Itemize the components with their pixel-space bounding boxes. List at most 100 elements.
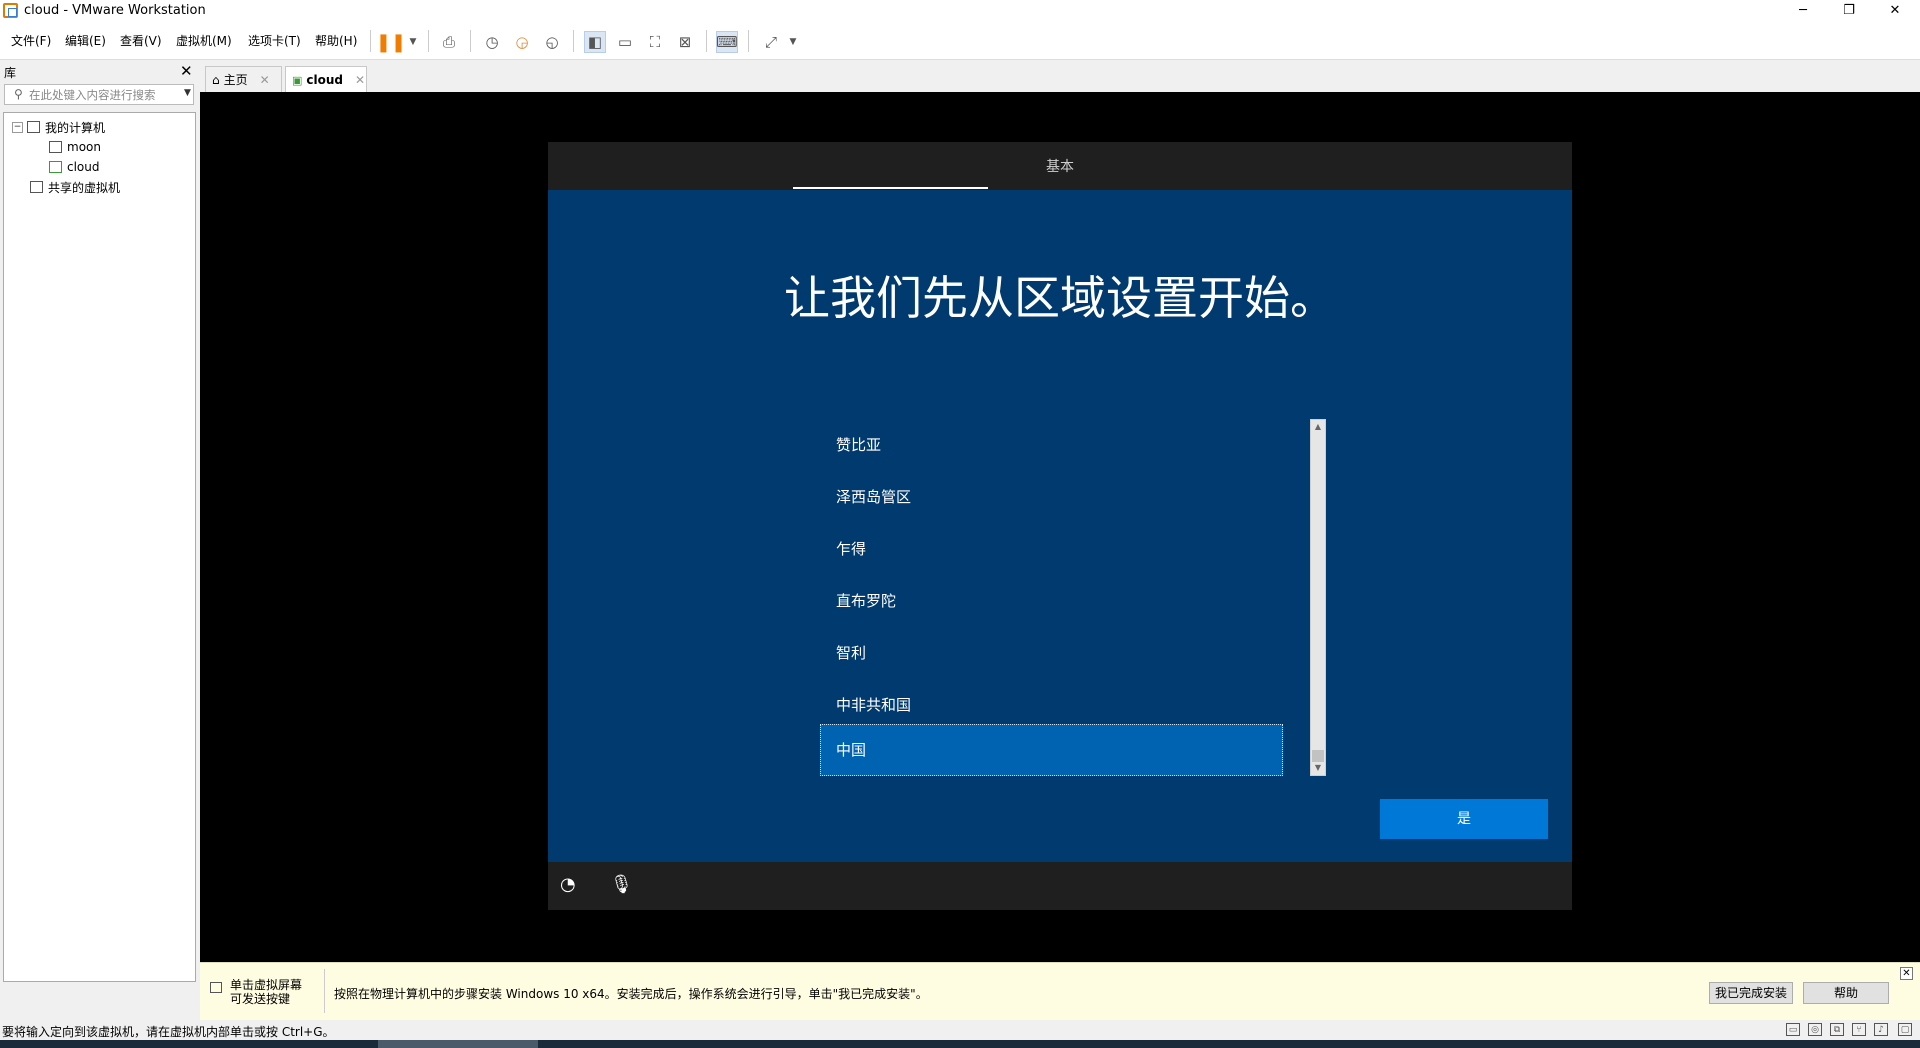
cd-dvd-icon[interactable]: ◎: [1808, 1023, 1822, 1036]
chevron-down-icon[interactable]: ▼: [184, 88, 191, 98]
toolbar-separator: [428, 30, 429, 52]
network-adapter-icon[interactable]: ⧉: [1830, 1023, 1844, 1036]
vm-running-icon: ▣: [292, 73, 303, 87]
tree-label: cloud: [67, 160, 100, 174]
microphone-icon[interactable]: 🎙: [610, 874, 633, 895]
sound-icon[interactable]: ♪: [1874, 1023, 1888, 1036]
taskbar-active-app[interactable]: [378, 1040, 538, 1048]
toolbar-separator: [748, 30, 749, 52]
library-tree: − 我的计算机 moon cloud 共享的虚拟机: [3, 112, 196, 982]
click-hint-line1: 单击虚拟屏幕: [230, 978, 303, 992]
snapshot-icon[interactable]: ◷: [481, 31, 503, 53]
tab-label: cloud: [306, 73, 344, 87]
close-button[interactable]: ✕: [1872, 0, 1918, 22]
region-list-scrollbar[interactable]: ▲ ▼: [1310, 419, 1326, 776]
full-screen-icon[interactable]: ⛶: [644, 31, 666, 53]
install-info-bar: 单击虚拟屏幕 可发送按键 按照在物理计算机中的步骤安装 Windows 10 x…: [200, 962, 1920, 1020]
tab-cloud[interactable]: ▣ cloud ✕: [285, 66, 367, 93]
vmware-app-icon: [3, 3, 18, 18]
library-header: 库 ✕: [0, 61, 198, 81]
tree-label: 共享的虚拟机: [48, 180, 121, 195]
collapse-icon[interactable]: −: [12, 121, 23, 133]
list-item[interactable]: 赞比亚: [820, 419, 1283, 471]
tab-home[interactable]: ⌂ 主页 ✕: [205, 66, 282, 92]
close-icon[interactable]: ✕: [355, 73, 365, 87]
library-search-input[interactable]: [27, 86, 177, 103]
chevron-down-icon[interactable]: ▼: [402, 31, 424, 53]
toolbar-separator: [470, 30, 471, 52]
message-log-icon[interactable]: ▢: [1898, 1023, 1912, 1036]
tree-item-shared[interactable]: 共享的虚拟机: [30, 178, 120, 196]
click-hint: 单击虚拟屏幕 可发送按键: [230, 978, 302, 1006]
search-icon: ⚲: [14, 87, 23, 101]
list-item-selected[interactable]: 中国: [820, 724, 1283, 776]
tree-item-my-computer[interactable]: − 我的计算机: [12, 118, 105, 136]
vm-icon: [49, 141, 62, 153]
keyboard-icon: [210, 982, 222, 993]
shared-vm-icon: [30, 181, 43, 193]
window-title: cloud - VMware Workstation: [24, 3, 206, 18]
list-item[interactable]: 直布罗陀: [820, 575, 1283, 627]
region-list[interactable]: 赞比亚 泽西岛管区 乍得 直布罗陀 智利 中非共和国 中国: [820, 419, 1312, 776]
menu-help[interactable]: 帮助(H): [315, 32, 357, 49]
library-search[interactable]: ⚲ ▼: [4, 84, 194, 105]
setup-heading: 让我们先从区域设置开始。: [784, 271, 1336, 325]
tree-label: moon: [67, 140, 101, 154]
list-item[interactable]: 泽西岛管区: [820, 471, 1283, 523]
close-icon[interactable]: ✕: [1900, 967, 1913, 980]
menu-edit[interactable]: 编辑(E): [65, 32, 106, 49]
vm-running-icon: [49, 161, 62, 173]
home-icon: ⌂: [212, 72, 220, 87]
taskbar: [0, 1040, 1920, 1048]
close-icon[interactable]: ✕: [260, 73, 270, 87]
setup-step-label: 基本: [1046, 159, 1074, 175]
done-install-button[interactable]: 我已完成安装: [1709, 982, 1793, 1004]
computer-icon: [27, 121, 40, 133]
help-button[interactable]: 帮助: [1803, 982, 1889, 1004]
divider: [324, 969, 325, 1013]
snapshot-manager-icon[interactable]: ◵: [541, 31, 563, 53]
status-bar: 要将输入定向到该虚拟机，请在虚拟机内部单击或按 Ctrl+G。 ▭ ◎ ⧉ ⑂ …: [0, 1020, 1920, 1040]
list-item[interactable]: 乍得: [820, 523, 1283, 575]
console-view-icon[interactable]: ⌨: [716, 31, 738, 53]
revert-snapshot-icon[interactable]: ◶: [511, 31, 533, 53]
suspend-icon[interactable]: ❚❚: [376, 31, 406, 53]
library-close-icon[interactable]: ✕: [180, 62, 193, 80]
yes-button[interactable]: 是: [1380, 799, 1548, 839]
scroll-up-icon[interactable]: ▲: [1311, 420, 1325, 434]
windows-setup-screen: 基本 让我们先从区域设置开始。 赞比亚 泽西岛管区 乍得 直布罗陀 智利 中非共…: [548, 142, 1572, 910]
vm-display[interactable]: 基本 让我们先从区域设置开始。 赞比亚 泽西岛管区 乍得 直布罗陀 智利 中非共…: [200, 92, 1920, 962]
usb-icon[interactable]: ⑂: [1852, 1023, 1866, 1036]
step-indicator: [793, 187, 988, 189]
hard-disk-icon[interactable]: ▭: [1786, 1023, 1800, 1036]
menu-tabs[interactable]: 选项卡(T): [248, 32, 301, 49]
accessibility-icon[interactable]: ◔: [560, 874, 576, 895]
send-ctrl-alt-del-icon[interactable]: ⎙: [438, 31, 460, 53]
tab-strip: ⌂ 主页 ✕ ▣ cloud ✕: [200, 61, 1920, 93]
toolbar-separator: [573, 30, 574, 52]
thumbnail-bar-icon[interactable]: ▭: [614, 31, 636, 53]
menu-vm[interactable]: 虚拟机(M): [176, 32, 232, 49]
tree-label: 我的计算机: [45, 120, 106, 135]
stretch-guest-icon[interactable]: ⤢: [760, 31, 782, 53]
menu-bar: 文件(F) 编辑(E) 查看(V) 虚拟机(M) 选项卡(T) 帮助(H) ❚❚…: [0, 22, 1920, 60]
toolbar-separator: [706, 30, 707, 52]
unity-icon[interactable]: ⊠: [674, 31, 696, 53]
list-item[interactable]: 智利: [820, 627, 1283, 679]
oobe-header: 基本: [548, 142, 1572, 190]
scroll-down-icon[interactable]: ▼: [1311, 761, 1325, 775]
minimize-button[interactable]: ─: [1780, 0, 1826, 22]
chevron-down-icon[interactable]: ▼: [782, 31, 804, 53]
tree-item-cloud[interactable]: cloud: [49, 158, 100, 176]
tree-item-moon[interactable]: moon: [49, 138, 101, 156]
library-title: 库: [4, 66, 17, 80]
tab-label: 主页: [223, 73, 248, 87]
toolbar-separator: [370, 30, 371, 52]
menu-view[interactable]: 查看(V): [120, 32, 162, 49]
menu-file[interactable]: 文件(F): [11, 32, 51, 49]
maximize-button[interactable]: ❐: [1826, 0, 1872, 22]
install-message: 按照在物理计算机中的步骤安装 Windows 10 x64。安装完成后，操作系统…: [334, 987, 928, 1001]
title-bar: cloud - VMware Workstation ─ ❐ ✕: [0, 0, 1920, 22]
show-library-icon[interactable]: ◧: [584, 31, 606, 53]
click-hint-line2: 可发送按键: [230, 992, 291, 1006]
